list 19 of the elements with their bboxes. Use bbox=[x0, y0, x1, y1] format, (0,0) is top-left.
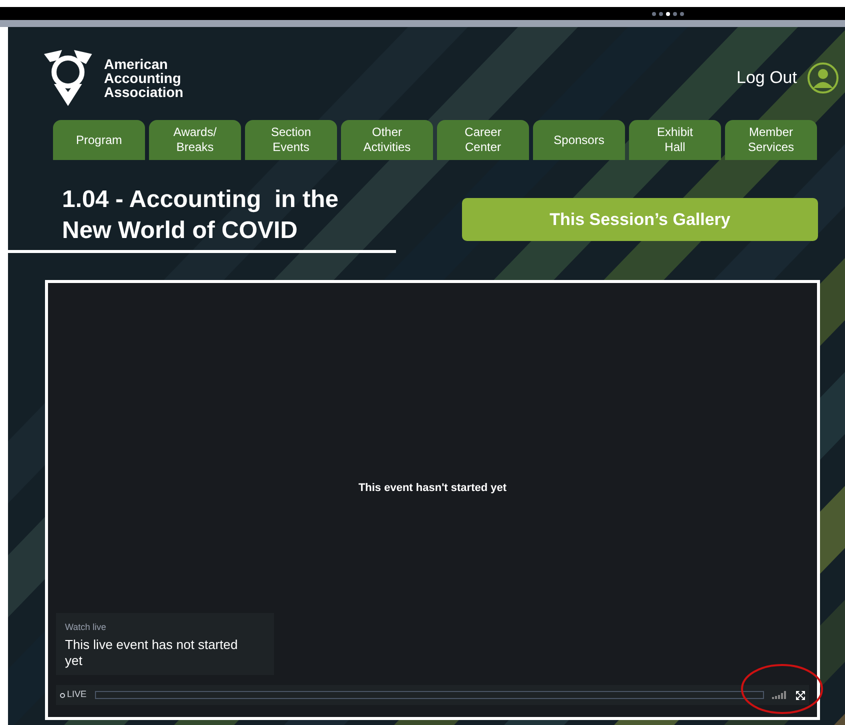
nav-tab[interactable]: Exhibit Hall bbox=[629, 120, 721, 160]
nav-tab[interactable]: Other Activities bbox=[341, 120, 433, 160]
nav-tab[interactable]: Member Services bbox=[725, 120, 817, 160]
user-avatar-icon[interactable] bbox=[807, 62, 839, 94]
fullscreen-icon[interactable] bbox=[796, 690, 805, 700]
nav-tab[interactable]: Program bbox=[53, 120, 145, 160]
logo-text: American Accounting Association bbox=[104, 57, 184, 99]
nav-tab[interactable]: Awards/ Breaks bbox=[149, 120, 241, 160]
nav-tab[interactable]: Section Events bbox=[245, 120, 337, 160]
watch-live-message: This live event has not started yet bbox=[65, 636, 239, 668]
live-indicator: LIVE bbox=[60, 688, 87, 702]
watch-live-label: Watch live bbox=[65, 621, 108, 634]
status-message: This event hasn't started yet bbox=[358, 480, 507, 496]
logout-link[interactable]: Log Out bbox=[736, 65, 797, 91]
progress-track[interactable] bbox=[94, 691, 764, 699]
nav-tab[interactable]: Career Center bbox=[437, 120, 529, 160]
session-title: 1.04 - Accounting in the New World of COVID bbox=[61, 185, 340, 246]
nav-tab[interactable]: Sponsors bbox=[533, 120, 625, 160]
signal-icon bbox=[772, 691, 788, 699]
